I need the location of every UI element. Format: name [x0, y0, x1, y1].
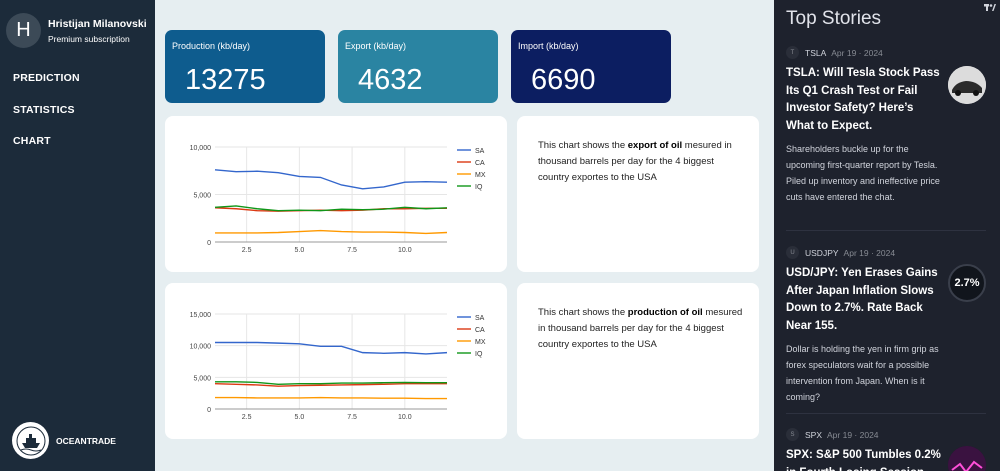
import-card: Import (kb/day) 6690 [511, 30, 671, 103]
story-headline[interactable]: USD/JPY: Yen Erases Gains After Japan In… [786, 265, 941, 335]
export-chart-panel: 0 5,000 10,000 2.5 5.0 7.5 10.0 SA CA MX IQ [165, 116, 507, 272]
series-line-sa [214, 169, 448, 190]
nav-item-prediction[interactable]: PREDICTION [13, 73, 80, 105]
desc-bold: export of oil [627, 140, 683, 151]
production-label: Production (kb/day) [172, 41, 251, 51]
sidebar-nav: PREDICTION STATISTICS CHART [13, 73, 80, 168]
x-tick-label: 5.0 [294, 247, 304, 254]
nav-item-chart[interactable]: CHART [13, 136, 80, 168]
story-ticker: SPX [805, 429, 823, 440]
desc-text: This chart shows the [538, 140, 628, 151]
story-meta: U USDJPY Apr 19 · 2024 [786, 246, 986, 259]
production-card: Production (kb/day) 13275 [165, 30, 325, 103]
story-ticker: USDJPY [805, 247, 839, 258]
sidebar: H Hristijan Milanovski Premium subscript… [0, 0, 155, 471]
legend-label: MX [475, 172, 486, 179]
symbol-icon: U [786, 246, 799, 259]
production-description: This chart shows the production of oil m… [538, 305, 743, 353]
y-tick-label: 5,000 [193, 375, 211, 382]
x-tick-label: 5.0 [294, 414, 304, 421]
y-tick-label: 0 [207, 240, 211, 247]
story-meta: S SPX Apr 19 · 2024 [786, 428, 986, 441]
y-tick-label: 10,000 [190, 344, 212, 351]
legend-label: IQ [475, 351, 483, 358]
x-tick-label: 2.5 [242, 414, 252, 421]
car-thumbnail-icon [948, 66, 986, 104]
chart-thumbnail-icon [948, 446, 986, 471]
export-line-chart[interactable]: 0 5,000 10,000 2.5 5.0 7.5 10.0 SA CA MX IQ [165, 116, 507, 272]
legend-label: IQ [475, 184, 483, 191]
import-label: Import (kb/day) [518, 41, 579, 51]
top-stories-title: Top Stories [786, 8, 882, 29]
desc-text: This chart shows the [538, 307, 628, 318]
ship-logo-icon [12, 422, 49, 459]
x-tick-label: 2.5 [242, 247, 252, 254]
y-tick-label: 5,000 [193, 193, 211, 200]
divider [786, 230, 986, 231]
legend-label: SA [475, 148, 485, 155]
story-meta: T TSLA Apr 19 · 2024 [786, 46, 986, 59]
legend-label: SA [475, 315, 485, 322]
x-tick-label: 10.0 [398, 414, 412, 421]
story-headline[interactable]: SPX: S&P 500 Tumbles 0.2% in Fourth Losi… [786, 447, 941, 471]
story-item[interactable]: U USDJPY Apr 19 · 2024 USD/JPY: Yen Eras… [786, 246, 986, 405]
story-item[interactable]: T TSLA Apr 19 · 2024 TSLA: Will Tesla St… [786, 46, 986, 205]
story-date: Apr 19 · 2024 [827, 429, 879, 440]
production-chart-panel: 0 5,000 10,000 15,000 2.5 5.0 7.5 10.0 SA CA MX IQ [165, 283, 507, 439]
legend-label: CA [475, 327, 485, 334]
export-value: 4632 [358, 64, 423, 96]
subscription-label: Premium subscription [48, 33, 130, 44]
y-tick-label: 15,000 [190, 312, 212, 319]
user-profile[interactable]: H Hristijan Milanovski Premium subscript… [6, 13, 147, 48]
user-info: Hristijan Milanovski Premium subscriptio… [48, 18, 147, 44]
story-summary: Shareholders buckle up for the upcoming … [786, 144, 940, 202]
divider [786, 413, 986, 414]
series-line-sa [215, 341, 448, 355]
legend-label: MX [475, 339, 486, 346]
brand[interactable]: OCEANTRADE [12, 422, 116, 459]
story-headline[interactable]: TSLA: Will Tesla Stock Pass Its Q1 Crash… [786, 65, 941, 135]
production-line-chart[interactable]: 0 5,000 10,000 15,000 2.5 5.0 7.5 10.0 SA CA MX IQ [165, 283, 507, 439]
top-stories-widget: Top Stories T TSLA Apr 19 · 2024 TSLA: W… [774, 0, 1000, 471]
story-date: Apr 19 · 2024 [831, 47, 883, 58]
export-description: This chart shows the export of oil mesur… [538, 138, 743, 186]
story-ticker: TSLA [805, 47, 827, 58]
legend-label: CA [475, 160, 485, 167]
user-name: Hristijan Milanovski [48, 17, 147, 30]
y-tick-label: 10,000 [190, 145, 212, 152]
symbol-icon: S [786, 428, 799, 441]
thumbnail-label: 2.7% [954, 277, 980, 289]
export-card: Export (kb/day) 4632 [338, 30, 498, 103]
production-description-panel: This chart shows the production of oil m… [517, 283, 759, 439]
tradingview-logo-icon[interactable] [984, 4, 996, 12]
y-tick-label: 0 [207, 407, 211, 414]
story-item[interactable]: S SPX Apr 19 · 2024 SPX: S&P 500 Tumbles… [786, 428, 986, 471]
export-description-panel: This chart shows the export of oil mesur… [517, 116, 759, 272]
x-tick-label: 7.5 [347, 414, 357, 421]
export-label: Export (kb/day) [345, 41, 407, 51]
x-tick-label: 10.0 [398, 247, 412, 254]
nav-item-statistics[interactable]: STATISTICS [13, 104, 80, 137]
brand-name: OCEANTRADE [56, 435, 116, 446]
desc-bold: production of oil [627, 307, 703, 318]
x-tick-label: 7.5 [347, 247, 357, 254]
story-summary: Dollar is holding the yen in firm grip a… [786, 344, 939, 402]
story-date: Apr 19 · 2024 [843, 247, 896, 258]
import-value: 6690 [531, 64, 596, 96]
inflation-thumbnail: 2.7% [948, 264, 986, 302]
series-line-mx [215, 396, 447, 400]
series-line-mx [215, 229, 448, 235]
production-value: 13275 [185, 64, 266, 96]
symbol-icon: T [786, 46, 799, 59]
avatar[interactable]: H [6, 13, 41, 48]
